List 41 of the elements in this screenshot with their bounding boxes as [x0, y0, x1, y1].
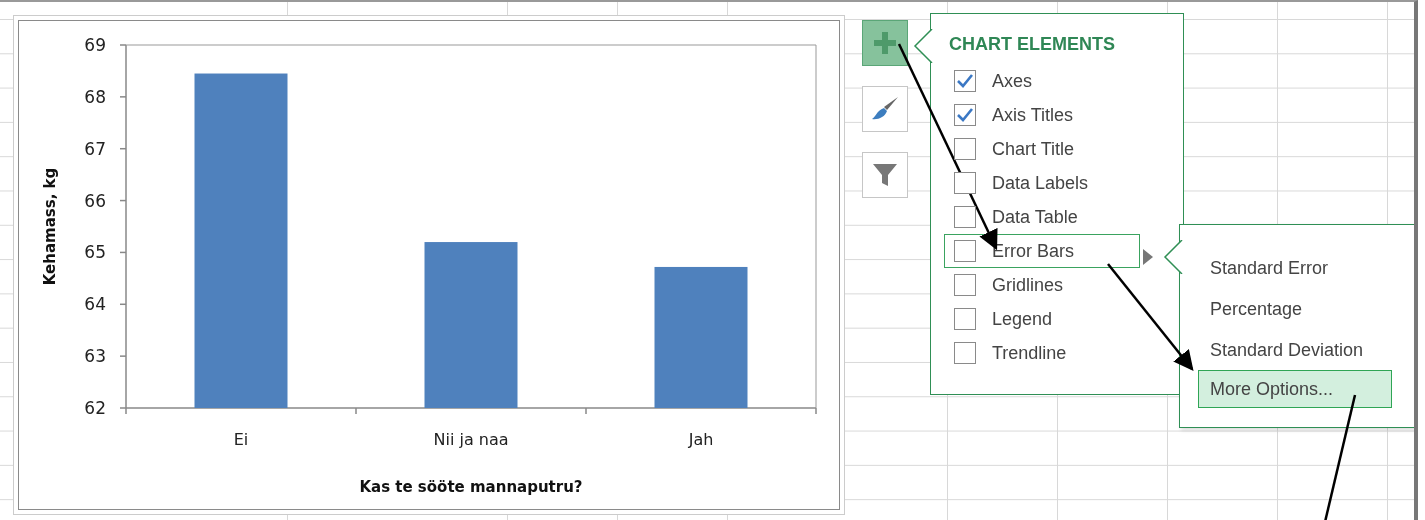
menu-item[interactable]: Chart Title: [944, 132, 1140, 166]
submenu-item[interactable]: Standard Error: [1198, 247, 1392, 288]
menu-title: CHART ELEMENTS: [949, 34, 1116, 55]
menu-item[interactable]: Axes: [944, 64, 1140, 98]
checkbox[interactable]: [954, 308, 976, 330]
chart-filters-button[interactable]: [862, 152, 908, 198]
chart-styles-button[interactable]: [862, 86, 908, 132]
checkbox[interactable]: [954, 240, 976, 262]
y-tick-label: 69: [84, 35, 106, 55]
y-tick-label: 67: [84, 138, 106, 159]
checkbox[interactable]: [954, 172, 976, 194]
checkbox[interactable]: [954, 274, 976, 296]
checkbox[interactable]: [954, 138, 976, 160]
checkbox[interactable]: [954, 342, 976, 364]
checkbox[interactable]: [954, 70, 976, 92]
y-tick-label: 63: [84, 346, 106, 367]
y-axis-title: Kehamass, kg: [41, 167, 59, 286]
menu-item[interactable]: Legend: [944, 302, 1140, 336]
submenu-item[interactable]: Percentage: [1198, 288, 1392, 329]
checkbox[interactable]: [954, 104, 976, 126]
add-elements-button[interactable]: [862, 20, 908, 66]
x-tick-label: Jah: [688, 430, 714, 449]
y-tick-label: 64: [84, 294, 106, 315]
y-tick-label: 68: [84, 86, 106, 107]
submenu-item[interactable]: More Options...: [1198, 370, 1392, 408]
y-tick-label: 62: [84, 398, 106, 418]
x-tick-label: Ei: [233, 430, 249, 449]
menu-item[interactable]: Trendline: [944, 336, 1140, 370]
menu-item[interactable]: Data Table: [944, 200, 1140, 234]
plus-icon: [874, 32, 896, 54]
checkbox[interactable]: [954, 206, 976, 228]
menu-item[interactable]: Data Labels: [944, 166, 1140, 200]
submenu-arrow-icon: [1143, 249, 1153, 265]
menu-item[interactable]: Gridlines: [944, 268, 1140, 302]
submenu-item[interactable]: Standard Deviation: [1198, 329, 1392, 370]
filter-icon: [872, 162, 898, 188]
x-axis-title: Kas te sööte mannaputru?: [359, 478, 583, 496]
x-tick-label: Nii ja naa: [433, 430, 509, 449]
y-tick-label: 65: [84, 242, 106, 263]
menu-item[interactable]: Axis Titles: [944, 98, 1140, 132]
y-tick-label: 66: [84, 190, 106, 211]
